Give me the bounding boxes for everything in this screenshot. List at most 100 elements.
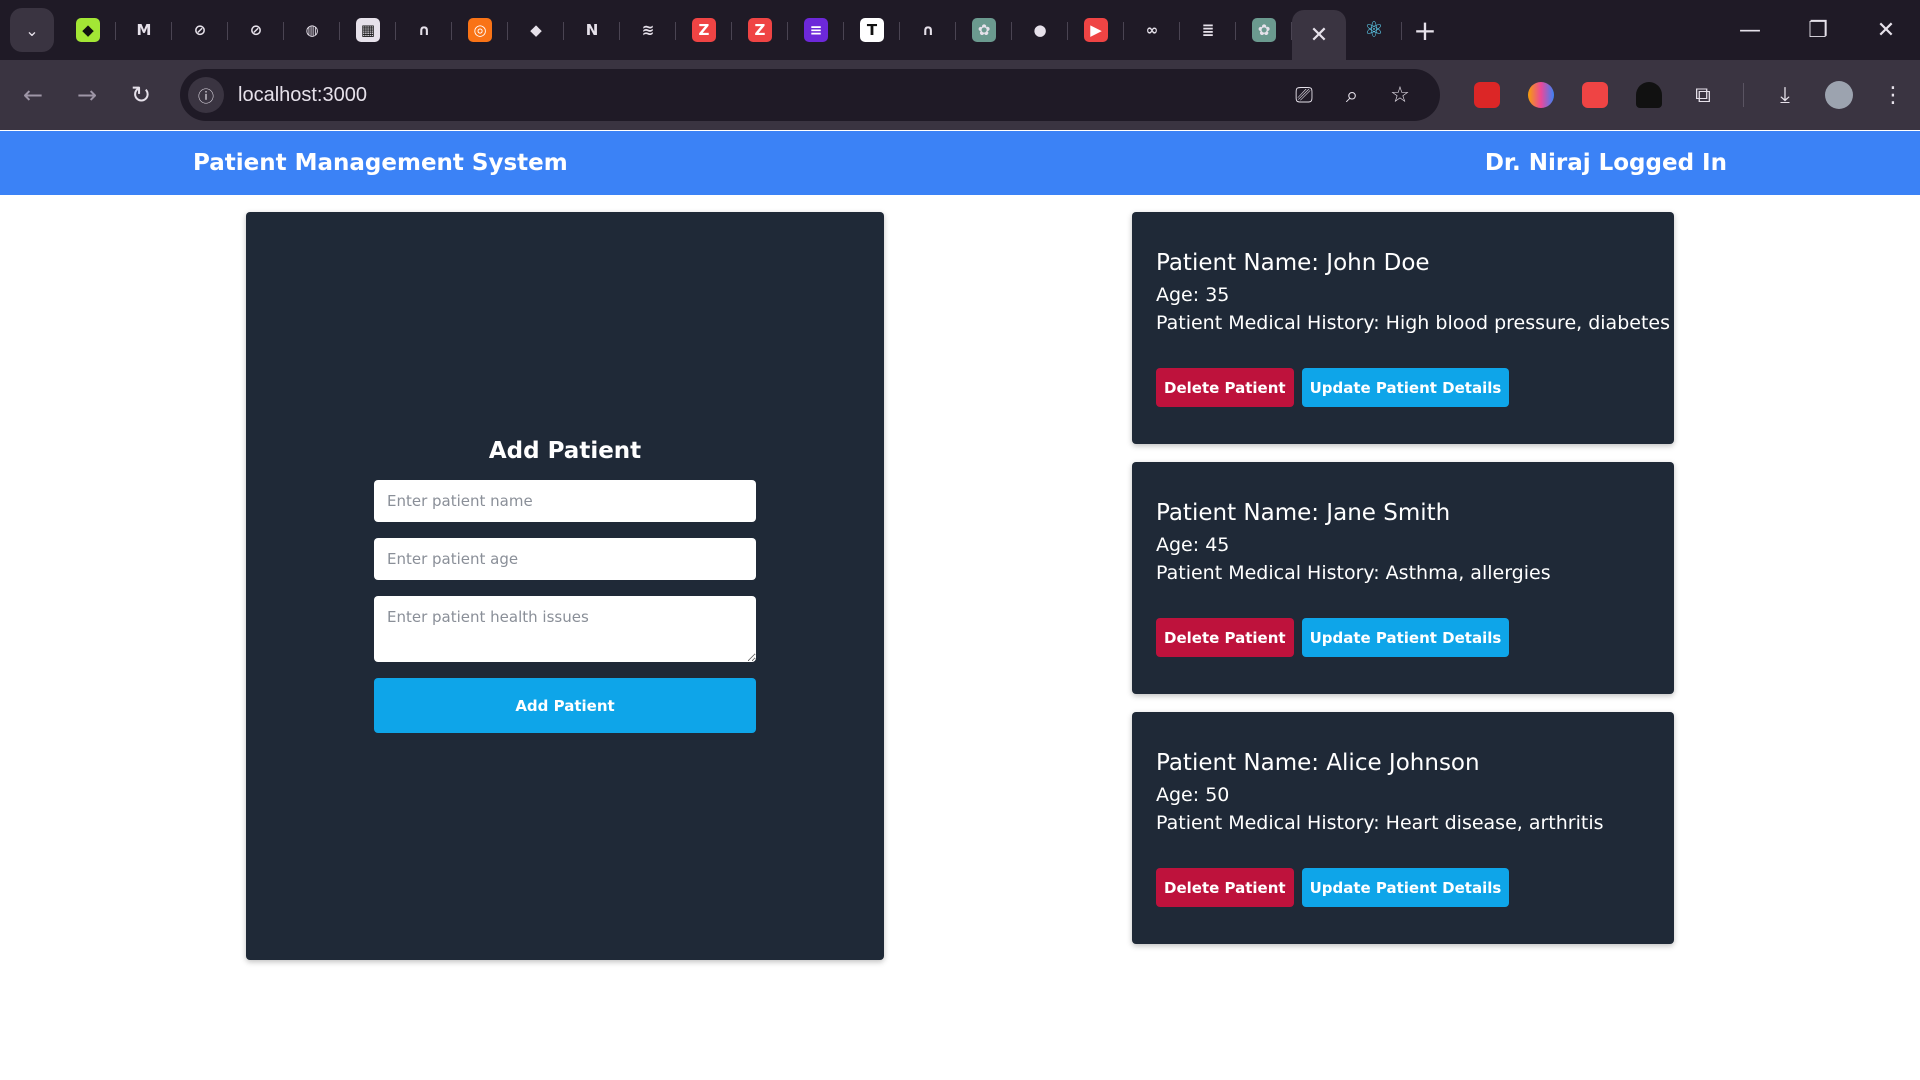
patient-age: Age: 50 [1156, 784, 1230, 806]
z-logo-icon: Z [748, 18, 772, 42]
update-patient-button[interactable]: Update Patient Details [1301, 368, 1510, 407]
zoom-icon[interactable]: ⌕ [1328, 83, 1376, 108]
chatgpt-icon: ✿ [972, 18, 996, 42]
reload-icon: ↻ [130, 81, 152, 109]
extensions-area: ⧉ [1460, 69, 1730, 121]
install-app-icon[interactable]: ⎚ [1280, 83, 1328, 108]
delete-patient-button[interactable]: Delete Patient [1156, 368, 1294, 407]
bookmark-star-icon[interactable]: ☆ [1376, 83, 1424, 108]
tab-active[interactable]: ✕ [1292, 10, 1346, 60]
avatar[interactable] [1812, 81, 1866, 109]
arrow-left-icon: ← [22, 81, 44, 109]
close-window-button[interactable]: ✕ [1852, 0, 1920, 60]
browser-tab[interactable]: ▦ [340, 8, 396, 52]
browser-tab[interactable]: ⊘ [228, 8, 284, 52]
browser-tab[interactable]: ≣ [1180, 8, 1236, 52]
patient-age: Age: 45 [1156, 534, 1230, 556]
n-logo-icon: N [585, 21, 599, 39]
browser-tab[interactable]: Z [732, 8, 788, 52]
delete-patient-button[interactable]: Delete Patient [1156, 618, 1294, 657]
lifebuoy-icon: ◎ [468, 18, 492, 42]
stack-icon: ≋ [641, 21, 655, 39]
browser-tab[interactable]: T [844, 8, 900, 52]
patient-history: Patient Medical History: Heart disease, … [1156, 812, 1604, 834]
add-patient-button[interactable]: Add Patient [374, 678, 756, 733]
extension-2-icon[interactable] [1514, 82, 1568, 108]
z-logo-icon: Z [692, 18, 716, 42]
update-patient-button[interactable]: Update Patient Details [1301, 868, 1510, 907]
gmail-icon: M [136, 21, 152, 39]
patient-card: Patient Name: Alice Johnson Age: 50 Pati… [1132, 712, 1674, 944]
shield-icon: ◆ [76, 18, 100, 42]
browser-tab[interactable]: ◎ [452, 8, 508, 52]
patient-history: Patient Medical History: High blood pres… [1156, 312, 1670, 334]
form-heading: Add Patient [488, 438, 642, 464]
patient-health-issues-input[interactable] [374, 596, 756, 662]
toolbar-divider [1743, 83, 1744, 107]
browser-tab[interactable]: ≋ [620, 8, 676, 52]
minimize-button[interactable]: — [1716, 0, 1784, 60]
browser-tab[interactable]: ∩ [396, 8, 452, 52]
chevron-down-icon: ⌄ [25, 20, 39, 40]
toolbar-right: ⤓ ⋮ [1729, 69, 1920, 121]
extension-4-icon[interactable] [1622, 82, 1676, 108]
new-tab-button[interactable]: + [1402, 14, 1448, 47]
patient-age: Age: 35 [1156, 284, 1230, 306]
browser-tab[interactable]: ◍ [284, 8, 340, 52]
browser-tab[interactable]: ✿ [956, 8, 1012, 52]
youtube-icon: ▶ [1084, 18, 1108, 42]
headphones-icon: ∩ [417, 21, 431, 39]
tab-react[interactable]: ⚛ [1346, 8, 1402, 52]
browser-tab[interactable]: N [564, 8, 620, 52]
browser-tab[interactable]: ≡ [788, 8, 844, 52]
browser-tab[interactable]: ⊘ [172, 8, 228, 52]
address-bar[interactable]: ⓘ localhost:3000 ⎚ ⌕ ☆ [180, 69, 1440, 121]
github-icon: ● [1033, 21, 1047, 39]
menu-kebab-icon[interactable]: ⋮ [1866, 83, 1920, 108]
compass-icon: ⊘ [193, 21, 207, 39]
download-icon[interactable]: ⤓ [1758, 83, 1812, 108]
user-status: Dr. Niraj Logged In [1484, 150, 1727, 176]
compass-icon: ⊘ [249, 21, 263, 39]
patient-name: Patient Name: Alice Johnson [1156, 750, 1480, 776]
browser-tab[interactable]: ● [1012, 8, 1068, 52]
patient-name: Patient Name: John Doe [1156, 250, 1430, 276]
patient-card: Patient Name: Jane Smith Age: 45 Patient… [1132, 462, 1674, 694]
close-icon[interactable]: ✕ [1310, 23, 1328, 48]
chatgpt-icon: ✿ [1252, 18, 1276, 42]
list-icon: ≡ [804, 18, 828, 42]
browser-tab[interactable]: Z [676, 8, 732, 52]
patient-name-input[interactable] [374, 480, 756, 522]
app-header: Patient Management System Dr. Niraj Logg… [0, 131, 1920, 195]
browser-tab[interactable]: M [116, 8, 172, 52]
extension-1-icon[interactable] [1460, 82, 1514, 108]
add-patient-form: Add Patient Add Patient [374, 438, 756, 733]
restore-button[interactable]: ❐ [1784, 0, 1852, 60]
stackoverflow-icon: ≣ [1201, 21, 1215, 39]
code-icon: ◆ [530, 21, 542, 39]
forward-button[interactable]: → [60, 68, 114, 122]
patient-age-input[interactable] [374, 538, 756, 580]
globe-icon: ◍ [305, 21, 319, 39]
site-info-icon[interactable]: ⓘ [188, 77, 224, 113]
browser-tab[interactable]: ◆ [60, 8, 116, 52]
browser-tab[interactable]: ✿ [1236, 8, 1292, 52]
update-patient-button[interactable]: Update Patient Details [1301, 618, 1510, 657]
reload-button[interactable]: ↻ [114, 68, 168, 122]
browser-tab[interactable]: ◆ [508, 8, 564, 52]
url-text[interactable]: localhost:3000 [238, 84, 367, 107]
back-button[interactable]: ← [6, 68, 60, 122]
puzzle-icon[interactable]: ⧉ [1676, 83, 1730, 108]
arrow-right-icon: → [76, 81, 98, 109]
patient-history: Patient Medical History: Asthma, allergi… [1156, 562, 1551, 584]
patient-card: Patient Name: John Doe Age: 35 Patient M… [1132, 212, 1674, 444]
browser-tab[interactable]: ▶ [1068, 8, 1124, 52]
extension-3-icon[interactable] [1568, 82, 1622, 108]
add-patient-panel: Add Patient Add Patient [246, 212, 884, 960]
browser-tab[interactable]: ∞ [1124, 8, 1180, 52]
react-icon: ⚛ [1364, 17, 1384, 43]
tab-search-button[interactable]: ⌄ [10, 8, 54, 52]
browser-tab[interactable]: ∩ [900, 8, 956, 52]
delete-patient-button[interactable]: Delete Patient [1156, 868, 1294, 907]
tab-list: ◆ M ⊘ ⊘ ◍ ▦ ∩ ◎ ◆ N ≋ Z Z ≡ T ∩ ✿ ● ▶ ∞ ≣ ✿ [60, 8, 1292, 52]
